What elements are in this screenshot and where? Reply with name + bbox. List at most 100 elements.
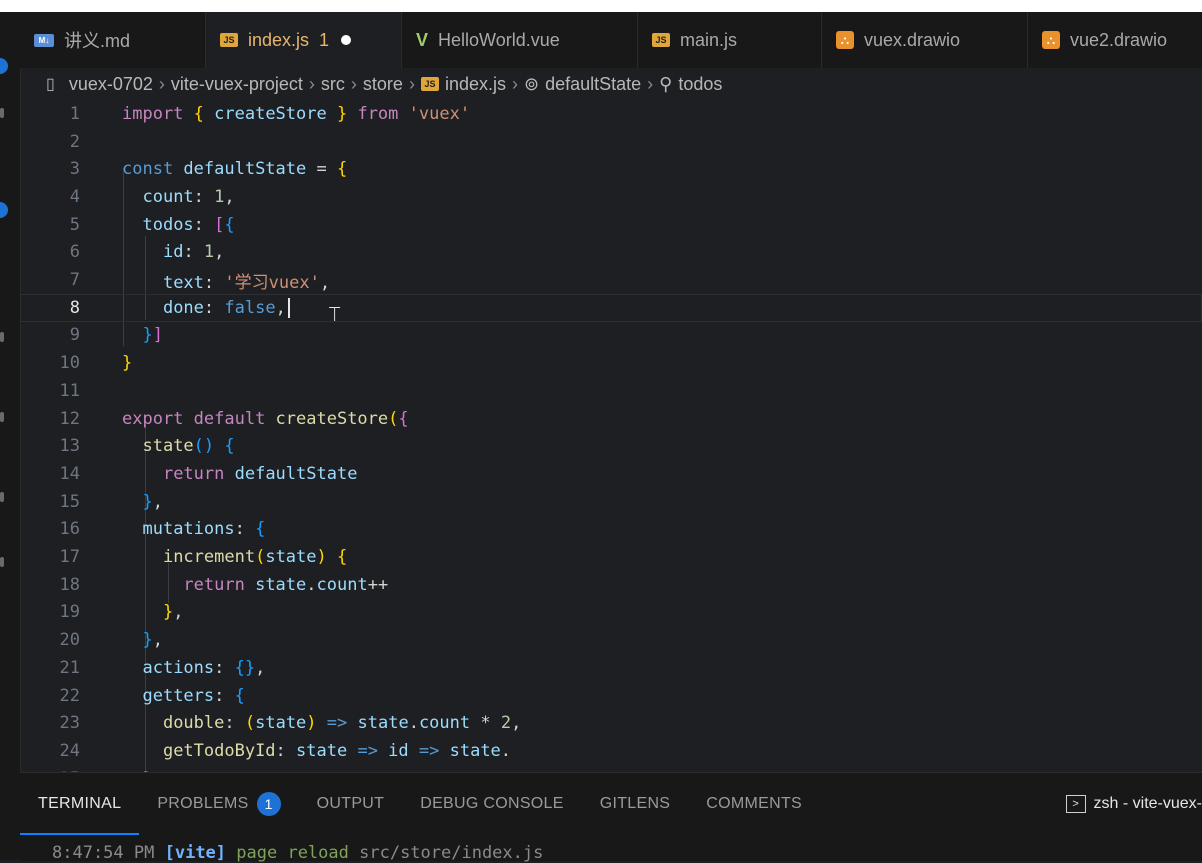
- panel-tab-label: OUTPUT: [316, 795, 385, 812]
- code-token: from: [357, 103, 399, 124]
- code-text: actions: {},: [122, 658, 265, 678]
- code-text: },: [122, 492, 163, 512]
- variable-symbol-icon: ⊚: [523, 73, 540, 94]
- code-token: 1: [203, 242, 215, 263]
- code-token: state: [142, 436, 194, 457]
- code-line[interactable]: 22 getters: {: [20, 682, 1202, 710]
- unsaved-dot-icon[interactable]: [341, 35, 352, 45]
- code-line[interactable]: 6 id: 1,: [20, 239, 1202, 267]
- panel-tab-gitlens[interactable]: GITLENS: [582, 773, 689, 835]
- code-line[interactable]: 4 count: 1,: [20, 183, 1202, 211]
- activity-marker[interactable]: [0, 108, 4, 118]
- code-line[interactable]: 20 },: [20, 626, 1202, 654]
- activity-badge-icon[interactable]: [0, 202, 8, 218]
- tab-main-js[interactable]: JS main.js: [638, 12, 822, 68]
- code-line[interactable]: 9 }]: [20, 322, 1202, 350]
- code-token: 'vuex': [398, 103, 471, 124]
- panel-tab-problems[interactable]: PROBLEMS 1: [139, 773, 298, 835]
- code-token: }: [326, 103, 358, 124]
- terminal-time: 8:47:54 PM: [52, 843, 155, 863]
- panel-tab-comments[interactable]: COMMENTS: [688, 773, 820, 835]
- breadcrumb-item[interactable]: index.js: [445, 74, 506, 95]
- code-line[interactable]: 15 },: [20, 488, 1202, 516]
- line-number: 20: [59, 630, 80, 651]
- breadcrumb-item[interactable]: vuex-0702: [69, 74, 153, 95]
- panel-tab-debug-console[interactable]: DEBUG CONSOLE: [402, 773, 582, 835]
- code-token: :: [193, 214, 215, 235]
- chevron-right-icon: ›: [408, 73, 415, 94]
- code-text: done: false,: [122, 297, 290, 318]
- terminal-icon: >: [1065, 795, 1086, 813]
- code-text: export default createStore({: [122, 409, 409, 429]
- code-line[interactable]: 7 text: '学习vuex',: [20, 266, 1202, 294]
- tab-helloworld-vue[interactable]: V HelloWorld.vue: [402, 12, 638, 68]
- code-token: :: [224, 713, 245, 734]
- code-line[interactable]: 14 return defaultState: [20, 460, 1202, 488]
- activity-marker[interactable]: [0, 332, 4, 342]
- code-token: }: [142, 325, 153, 346]
- code-line[interactable]: 10}: [20, 349, 1202, 377]
- tab-vuex-drawio[interactable]: ⛬ vuex.drawio: [822, 12, 1028, 68]
- code-line[interactable]: 5 todos: [{: [20, 211, 1202, 239]
- code-line[interactable]: 16 mutations: {: [20, 516, 1202, 544]
- editor-tabs: M↓ 讲义.md JS index.js 1 V HelloWorld.vue …: [20, 12, 1202, 68]
- breadcrumb-item[interactable]: store: [363, 74, 403, 95]
- code-line[interactable]: 13 state() {: [20, 432, 1202, 460]
- code-line[interactable]: 8 done: false,: [20, 293, 1202, 322]
- terminal-path: src/store/index.js: [359, 843, 544, 863]
- activity-badge-icon[interactable]: [0, 58, 8, 74]
- code-token: state: [255, 713, 307, 734]
- panel-tab-label: PROBLEMS: [157, 795, 249, 812]
- code-line[interactable]: 18 return state.count++: [20, 571, 1202, 599]
- code-line[interactable]: 19 },: [20, 599, 1202, 627]
- breadcrumb-item[interactable]: vite-vuex-project: [171, 74, 303, 95]
- tab-vue2-drawio[interactable]: ⛬ vue2.drawio: [1028, 12, 1202, 68]
- code-token: false: [224, 297, 276, 318]
- code-token: todos: [142, 214, 194, 235]
- code-line[interactable]: 25 }: [20, 765, 1202, 772]
- activity-marker[interactable]: [0, 492, 4, 502]
- breadcrumb-item[interactable]: defaultState: [545, 74, 641, 95]
- code-token: state: [439, 740, 501, 761]
- code-line[interactable]: 12 export default createStore({: [20, 405, 1202, 433]
- code-line[interactable]: 1 import { createStore } from 'vuex': [20, 100, 1202, 128]
- panel-tab-terminal[interactable]: TERMINAL: [20, 773, 139, 835]
- line-number: 17: [59, 547, 80, 568]
- code-line[interactable]: 11: [20, 377, 1202, 405]
- activity-marker[interactable]: [0, 557, 4, 567]
- code-line[interactable]: 24 getTodoById: state => id => state.: [20, 737, 1202, 765]
- tab-index-js[interactable]: JS index.js 1: [206, 12, 402, 68]
- panel-tab-output[interactable]: OUTPUT: [299, 773, 403, 835]
- code-line[interactable]: 23 double: (state) => state.count * 2,: [20, 709, 1202, 737]
- line-number: 15: [59, 491, 80, 512]
- code-token: ,: [511, 713, 522, 734]
- line-number: 7: [69, 270, 80, 291]
- line-number: 23: [59, 713, 80, 734]
- terminal-selector[interactable]: > zsh - vite-vuex-: [1065, 773, 1202, 835]
- code-token: count: [418, 713, 471, 734]
- code-token: {: [224, 436, 235, 457]
- line-number: 5: [69, 214, 80, 235]
- code-line[interactable]: 2: [20, 128, 1202, 156]
- tab-label: vuex.drawio: [864, 29, 961, 50]
- code-token: ,: [319, 272, 331, 293]
- activity-marker[interactable]: [0, 412, 4, 422]
- code-line[interactable]: 21 actions: {},: [20, 654, 1202, 682]
- code-token: createStore: [265, 408, 389, 429]
- code-editor[interactable]: ⌶ 1 import { createStore } from 'vuex' 2 3 c…: [20, 100, 1202, 772]
- code-token: :: [214, 685, 235, 706]
- code-token: ++: [367, 574, 389, 595]
- line-number: 19: [59, 602, 80, 623]
- code-line[interactable]: 17 increment(state) {: [20, 543, 1202, 571]
- code-token: ): [306, 713, 317, 734]
- panel-tab-label: COMMENTS: [706, 795, 803, 812]
- code-token: id: [377, 740, 409, 761]
- breadcrumb-item[interactable]: src: [321, 74, 345, 95]
- code-text: }]: [122, 325, 163, 345]
- code-line[interactable]: 3 const defaultState = {: [20, 155, 1202, 183]
- tab-lecture-md[interactable]: M↓ 讲义.md: [20, 12, 206, 68]
- breadcrumb-item[interactable]: todos: [678, 74, 722, 95]
